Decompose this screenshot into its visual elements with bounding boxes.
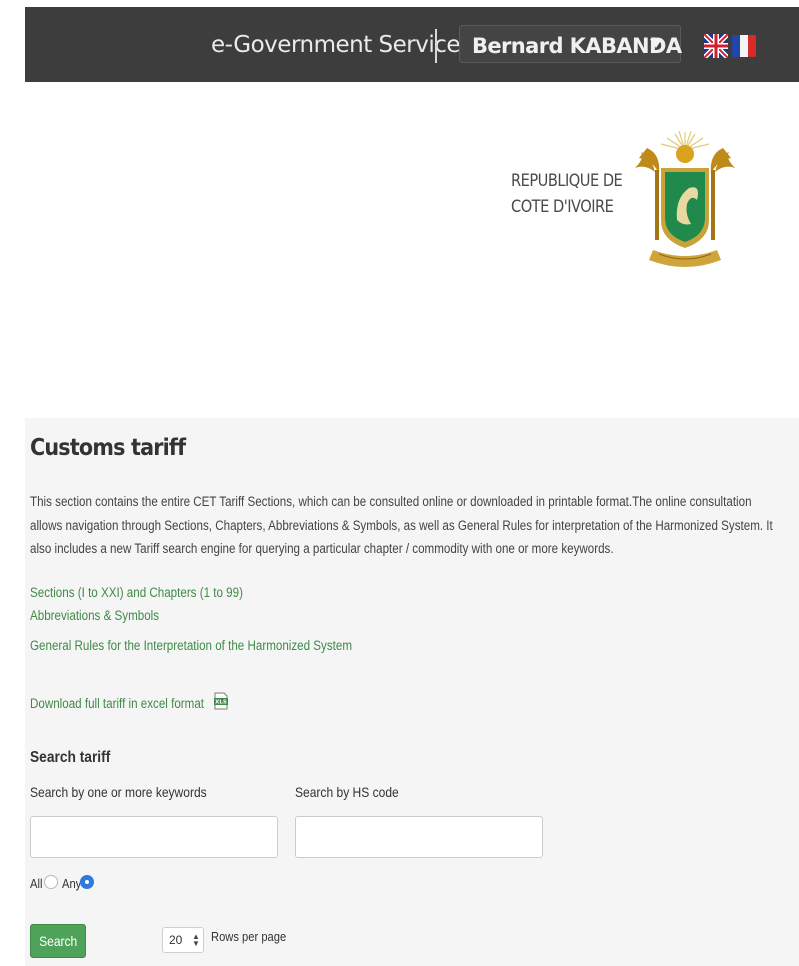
intro-paragraph: This section contains the entire CET Tar…: [30, 494, 773, 556]
header-divider: [435, 29, 437, 63]
rows-per-page-value: 20: [169, 933, 183, 947]
search-button[interactable]: Search: [30, 924, 86, 958]
hs-code-input[interactable]: [295, 816, 543, 858]
hs-code-label: Search by HS code: [295, 784, 399, 800]
search-button-label: Search: [38, 933, 78, 949]
uk-flag-icon[interactable]: [704, 34, 728, 58]
page-title: Customs tariff: [30, 435, 186, 461]
france-flag-icon[interactable]: [732, 34, 756, 58]
country-name-line1: REPUBLIQUE DE: [511, 171, 623, 191]
link-sections-chapters[interactable]: Sections (I to XXI) and Chapters (1 to 9…: [30, 585, 243, 600]
rows-per-page-label: Rows per page: [211, 929, 287, 944]
radio-any-label: Any: [62, 876, 82, 891]
caret-down-icon: [650, 39, 662, 48]
updown-arrows-icon: ▲ ▼: [192, 932, 200, 948]
rows-per-page-select[interactable]: 20 ▲ ▼: [162, 927, 204, 953]
country-name-line2: COTE D'IVOIRE: [511, 197, 614, 217]
coat-of-arms-icon: [635, 130, 735, 267]
link-download-excel[interactable]: Download full tariff in excel format: [30, 696, 204, 711]
link-abbreviations-symbols[interactable]: Abbreviations & Symbols: [30, 608, 159, 623]
radio-all-label: All: [30, 876, 43, 891]
radio-any[interactable]: [80, 875, 94, 889]
svg-text:XLS: XLS: [215, 700, 227, 706]
keywords-label: Search by one or more keywords: [30, 784, 207, 800]
radio-all[interactable]: [44, 875, 58, 889]
site-title[interactable]: e-Government Services: [211, 32, 472, 58]
country-name: REPUBLIQUE DE COTE D'IVOIRE: [511, 168, 623, 220]
keywords-input[interactable]: [30, 816, 278, 858]
xls-file-icon[interactable]: XLS: [213, 692, 229, 710]
search-section-title: Search tariff: [30, 749, 111, 766]
top-nav-bar: e-Government Services Bernard KABANDA: [25, 7, 799, 82]
user-menu-button[interactable]: Bernard KABANDA: [459, 25, 682, 63]
link-general-rules[interactable]: General Rules for the Interpretation of …: [30, 638, 352, 653]
